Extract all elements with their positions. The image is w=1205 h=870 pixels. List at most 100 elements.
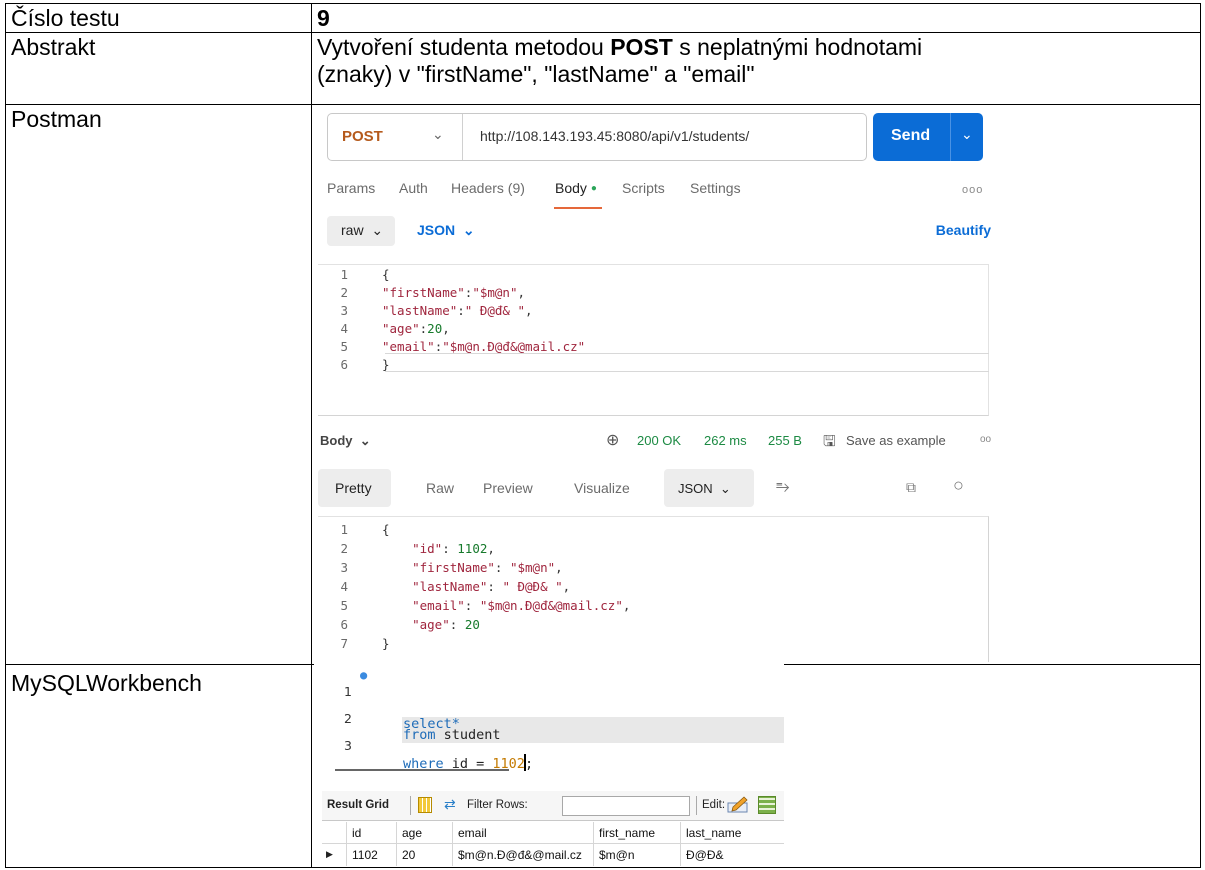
line-number: 1 [340,267,348,282]
line-number: 3 [344,738,352,753]
tab-params[interactable]: Params [327,180,375,196]
row-test-number: Číslo testu 9 [5,3,1201,33]
line-number: 1 [340,522,348,537]
chevron-down-icon[interactable]: ⌄ [432,126,444,143]
save-as-example-button[interactable]: Save as example [846,433,946,448]
response-format-select[interactable]: JSON ⌄ [664,469,754,507]
result-grid-title[interactable]: Result Grid [327,799,389,811]
column-header-first-name[interactable]: first_name [594,822,681,844]
request-body-editor[interactable]: 1 {2 "firstName":"$m@n", 3 "lastName":" Đ@đ&… [318,264,989,416]
response-body-viewer: 1 {2 "id": 1102, 3 "firstName": "$m@n", 4 "… [318,516,989,662]
chevron-down-icon[interactable]: ⌄ [961,126,973,143]
sql-keyword: from [403,727,436,743]
label-mysql: MySQLWorkbench [5,664,312,868]
code-text: "id": 1102, [412,541,495,556]
beautify-button[interactable]: Beautify [936,222,991,238]
tab-scripts[interactable]: Scripts [622,180,665,196]
code-text: "age":20, [382,321,450,336]
row-marker: ▶ [322,844,347,866]
cell-id[interactable]: 1102 [347,844,397,866]
tab-headers[interactable]: Headers (9) [451,180,525,196]
statement-marker-icon: ● [360,668,368,682]
copy-icon[interactable]: ⧉ [906,479,916,496]
response-size: 255 B [768,433,802,448]
tab-settings[interactable]: Settings [690,180,741,196]
tab-pretty[interactable]: Pretty [318,469,391,507]
active-tab-underline [554,207,602,209]
grid-layout-icon[interactable] [418,797,432,813]
more-icon[interactable]: ooo [962,184,983,196]
save-icon: 🖫 [823,433,836,450]
send-button[interactable]: Send ⌄ [873,113,983,161]
cell-age[interactable]: 20 [397,844,453,866]
result-grid-header: id age email first_name last_name [322,822,784,844]
globe-icon: ⊕ [606,432,620,449]
cell-email[interactable]: $m@n.Đ@đ&@mail.cz [453,844,594,866]
divider [410,796,411,815]
body-format-select[interactable]: JSON ⌄ [417,222,475,239]
code-text: { [382,267,390,282]
column-header-last-name[interactable]: last_name [681,822,784,844]
edit-icon[interactable] [727,795,749,813]
label-test-number: Číslo testu [5,3,312,33]
code-text: "lastName":" Đ@đ& ", [382,303,533,318]
sql-terminator: ; [524,756,534,772]
panel-splitter[interactable] [335,769,509,771]
code-text: "email": "$m@n.Đ@đ&@mail.cz", [412,598,631,613]
divider [950,113,951,161]
refresh-icon[interactable]: ⇄ [444,796,456,813]
search-icon[interactable]: ○ [953,475,964,496]
response-time: 262 ms [704,433,747,448]
code-text: } [382,636,390,651]
send-label: Send [891,127,931,144]
abstract-method: POST [610,34,673,60]
cell-first-name[interactable]: $m@n [594,844,681,866]
current-row-arrow-icon: ▶ [326,849,333,859]
line-number: 7 [340,636,348,651]
body-mode-select[interactable]: raw ⌄ [327,216,395,246]
more-icon[interactable]: oo [980,434,991,445]
result-grid-toolbar: Result Grid ⇄ Filter Rows: Edit: [322,791,784,821]
column-header-id[interactable]: id [347,822,397,844]
column-header-email[interactable]: email [453,822,594,844]
tab-raw[interactable]: Raw [426,480,454,496]
method-select[interactable]: POST [342,128,383,145]
tab-visualize[interactable]: Visualize [574,480,630,496]
sql-text: student [435,727,501,743]
url-input[interactable]: http://108.143.193.45:8080/api/v1/studen… [480,128,749,144]
line-number: 2 [340,541,348,556]
filter-rows-label: Filter Rows: [467,799,528,811]
code-text: } [382,357,390,372]
line-number: 5 [340,339,348,354]
code-text: "email":"$m@n.Đ@đ&@mail.cz" [382,339,586,354]
code-text: "age": 20 [412,617,480,632]
sql-line-3: 3 where id = 1102; [314,722,533,772]
filter-rows-input[interactable] [562,796,690,816]
result-grid: id age email first_name last_name ▶ 1102… [322,822,784,867]
tab-auth[interactable]: Auth [399,180,428,196]
abstract-line-2: (znaky) v "firstName", "lastName" a "ema… [317,61,755,87]
table-row[interactable]: ▶ 1102 20 $m@n.Đ@đ&@mail.cz $m@n Đ@Đ& [322,844,784,866]
wrap-lines-icon[interactable]: ⥱ [776,477,790,497]
label-abstract: Abstrakt [5,32,312,105]
line-number: 6 [340,617,348,632]
tab-preview[interactable]: Preview [483,480,533,496]
response-body-select[interactable]: Body ⌄ [320,433,371,449]
export-icon[interactable] [758,796,776,814]
code-text: { [382,522,390,537]
mysql-workbench-screenshot: 1 ● select* 2 from student 3 where id = … [314,663,784,867]
column-header-age[interactable]: age [397,822,453,844]
value-test-number: 9 [311,3,1201,33]
sql-line-1: 1 ● select* [314,668,460,732]
abstract-text-start: Vytvoření studenta metodou [317,34,611,60]
tab-body[interactable]: Body ● [555,180,597,196]
sql-line-2: 2 from student [314,695,501,743]
url-bar: POST ⌄ http://108.143.193.45:8080/api/v1… [327,113,867,161]
sql-code: from student [403,727,501,743]
line-number: 3 [340,303,348,318]
cell-last-name[interactable]: Đ@Đ& [681,844,784,866]
row-abstract: Abstrakt Vytvoření studenta metodou POST… [5,32,1201,105]
body-mode-label: raw [341,222,364,238]
code-text: "firstName": "$m@n", [412,560,563,575]
line-number: 4 [340,579,348,594]
